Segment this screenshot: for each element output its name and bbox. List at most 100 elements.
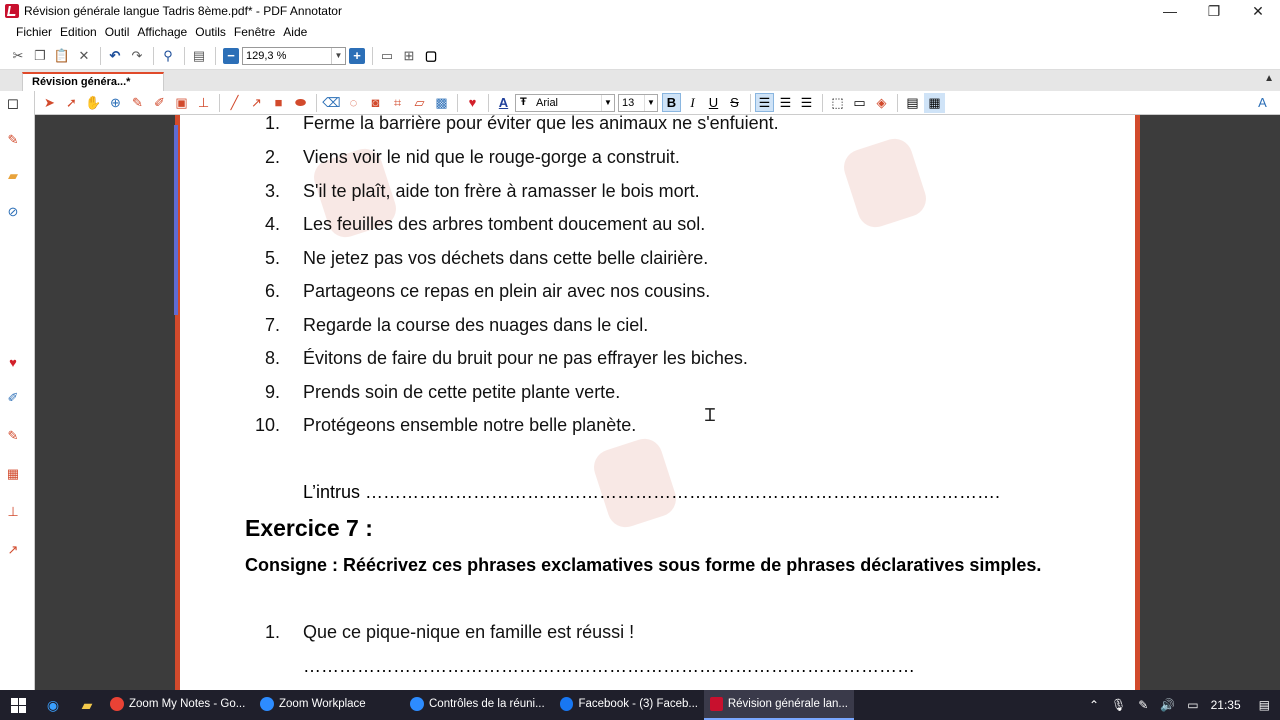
text-tool-icon[interactable]: A xyxy=(1252,93,1273,113)
list-text: Prends soin de cette petite plante verte… xyxy=(303,382,621,402)
fill-color-icon[interactable]: ◈ xyxy=(871,93,892,113)
strikethrough-button[interactable]: S xyxy=(725,93,744,112)
font-family-select[interactable]: Ŧ Arial ▼ xyxy=(515,93,615,112)
chrome-icon xyxy=(110,697,124,711)
windows-logo-icon xyxy=(10,697,26,713)
paste-icon[interactable]: 📋 xyxy=(52,46,72,66)
grid-options-icon[interactable]: ▦ xyxy=(924,92,945,113)
menu-outil[interactable]: Outil xyxy=(105,25,136,39)
pdf-annotator-icon xyxy=(710,697,723,711)
text-select-icon[interactable]: ➚ xyxy=(61,93,82,113)
menu-outils[interactable]: Outils xyxy=(195,25,232,39)
redo-icon[interactable]: ↷ xyxy=(127,46,147,66)
list-text: Viens voir le nid que le rouge-gorge a c… xyxy=(303,147,680,167)
undo-icon[interactable]: ↶ xyxy=(105,46,125,66)
taskbar-app-pdf-annotator[interactable]: Révision générale lan... xyxy=(704,690,854,720)
text-color-icon[interactable]: A xyxy=(493,93,514,113)
tab-document[interactable]: Révision généra...* xyxy=(22,72,164,91)
pen-tool-icon[interactable]: ✎ xyxy=(127,93,148,113)
options-icon[interactable]: ▤ xyxy=(902,93,923,113)
delete-icon[interactable]: ✕ xyxy=(74,46,94,66)
bold-button[interactable]: B xyxy=(662,93,681,112)
marker-tool-icon[interactable]: ✐ xyxy=(149,93,170,113)
favorites-heart-icon[interactable]: ♥ xyxy=(462,93,483,113)
lasso-icon[interactable]: ◌ xyxy=(343,93,364,113)
zoom-select[interactable]: 129,3 % ▼ xyxy=(242,46,346,65)
close-button[interactable]: ✕ xyxy=(1236,0,1280,22)
eraser-icon[interactable]: ⌫ xyxy=(321,93,342,113)
separator xyxy=(215,46,216,65)
hand-icon[interactable]: ✋ xyxy=(83,93,104,113)
page-layout-icon[interactable]: ▤ xyxy=(189,46,209,66)
notification-icon[interactable]: ▤ xyxy=(1259,698,1270,712)
taskbar-app-zoom-controls[interactable]: Contrôles de la réuni... xyxy=(404,690,554,720)
line-icon[interactable]: ╱ xyxy=(224,93,245,113)
microphone-icon[interactable]: 🎙 xyxy=(1111,698,1126,712)
ruler-icon[interactable]: ▱ xyxy=(409,93,430,113)
zoom-in-button[interactable]: + xyxy=(349,47,365,64)
align-center-icon[interactable]: ☰ xyxy=(776,93,795,112)
zoom-out-button[interactable]: − xyxy=(223,47,239,64)
page-thumbnail-icon[interactable]: ☐ xyxy=(4,96,22,114)
highlighter-icon[interactable]: ✎ xyxy=(4,427,22,445)
separator xyxy=(822,93,823,112)
italic-button[interactable]: I xyxy=(683,93,702,112)
insert-image-icon[interactable]: ▩ xyxy=(431,93,452,113)
fit-page-icon[interactable]: ▭ xyxy=(377,46,397,66)
align-left-icon[interactable]: ☰ xyxy=(755,93,774,112)
underline-button[interactable]: U xyxy=(704,93,723,112)
stamp-icon[interactable]: ⊥ xyxy=(4,503,22,521)
pen-icon[interactable]: ✎ xyxy=(4,131,22,149)
tab-list-arrow-icon[interactable]: ▲ xyxy=(1264,73,1274,84)
favorite-heart-icon[interactable]: ♥ xyxy=(4,353,22,371)
start-button[interactable] xyxy=(0,690,36,720)
chevron-up-icon[interactable]: ⌃ xyxy=(1089,698,1099,712)
font-size-select[interactable]: 13 ▼ xyxy=(618,93,658,112)
rectangle-icon[interactable]: ■ xyxy=(268,93,289,113)
camera-icon[interactable]: ◙ xyxy=(365,93,386,113)
cut-icon[interactable]: ✂ xyxy=(8,46,28,66)
edge-icon[interactable]: ◉ xyxy=(36,690,70,720)
ellipse-icon[interactable]: ⬬ xyxy=(290,93,311,113)
battery-icon[interactable]: ▭ xyxy=(1187,698,1198,712)
find-binoculars-icon[interactable]: ⚲ xyxy=(158,46,178,66)
text-box-icon[interactable]: ▣ xyxy=(171,93,192,113)
chart-icon[interactable]: ▦ xyxy=(4,465,22,483)
document-view[interactable]: 1. Ferme la barrière pour éviter que les… xyxy=(35,115,1280,690)
chevron-down-icon: ▼ xyxy=(644,94,657,111)
volume-icon[interactable]: 🔊 xyxy=(1160,698,1175,712)
select-arrow-icon[interactable]: ➤ xyxy=(39,93,60,113)
marker-icon[interactable]: ✐ xyxy=(4,389,22,407)
copy-icon[interactable]: ❐ xyxy=(30,46,50,66)
page-position-marker xyxy=(174,125,178,315)
file-explorer-icon[interactable]: ▰ xyxy=(70,690,104,720)
pen-tray-icon[interactable]: ✎ xyxy=(1138,698,1148,712)
arrow-line-icon[interactable]: ↗ xyxy=(246,93,267,113)
menu-aide[interactable]: Aide xyxy=(283,25,313,39)
menu-bar: Fichier Edition Outil Affichage Outils F… xyxy=(0,22,1280,42)
menu-fichier[interactable]: Fichier xyxy=(16,25,58,39)
list-text: Que ce pique-nique en famille est réussi… xyxy=(303,622,635,642)
stamp-tool-icon[interactable]: ⊥ xyxy=(193,93,214,113)
taskbar-app-chrome[interactable]: Zoom My Notes - Go... xyxy=(104,690,254,720)
restore-button[interactable]: ❐ xyxy=(1192,0,1236,22)
fit-width-icon[interactable]: ⊞ xyxy=(399,46,419,66)
zoom-tool-icon[interactable]: ⊕ xyxy=(105,93,126,113)
minimize-button[interactable]: — xyxy=(1148,0,1192,22)
fill-style-icon[interactable]: ▭ xyxy=(849,93,870,113)
menu-edition[interactable]: Edition xyxy=(60,25,103,39)
crop-icon[interactable]: ⌗ xyxy=(387,93,408,113)
clock-time[interactable]: 21:35 xyxy=(1211,698,1241,712)
menu-affichage[interactable]: Affichage xyxy=(137,25,193,39)
windows-taskbar: ◉ ▰ Zoom My Notes - Go... Zoom Workplace… xyxy=(0,690,1280,720)
menu-fenetre[interactable]: Fenêtre xyxy=(234,25,281,39)
arrow-icon[interactable]: ↗ xyxy=(4,541,22,559)
taskbar-app-zoom[interactable]: Zoom Workplace xyxy=(254,690,404,720)
attachment-icon[interactable]: ⊘ xyxy=(4,203,22,221)
align-right-icon[interactable]: ☰ xyxy=(797,93,816,112)
border-style-icon[interactable]: ⬚ xyxy=(827,93,848,113)
zoom-icon xyxy=(260,697,274,711)
full-screen-icon[interactable]: ▢ xyxy=(421,46,441,66)
folder-icon[interactable]: ▰ xyxy=(4,167,22,185)
taskbar-app-facebook[interactable]: Facebook - (3) Faceb... xyxy=(554,690,704,720)
